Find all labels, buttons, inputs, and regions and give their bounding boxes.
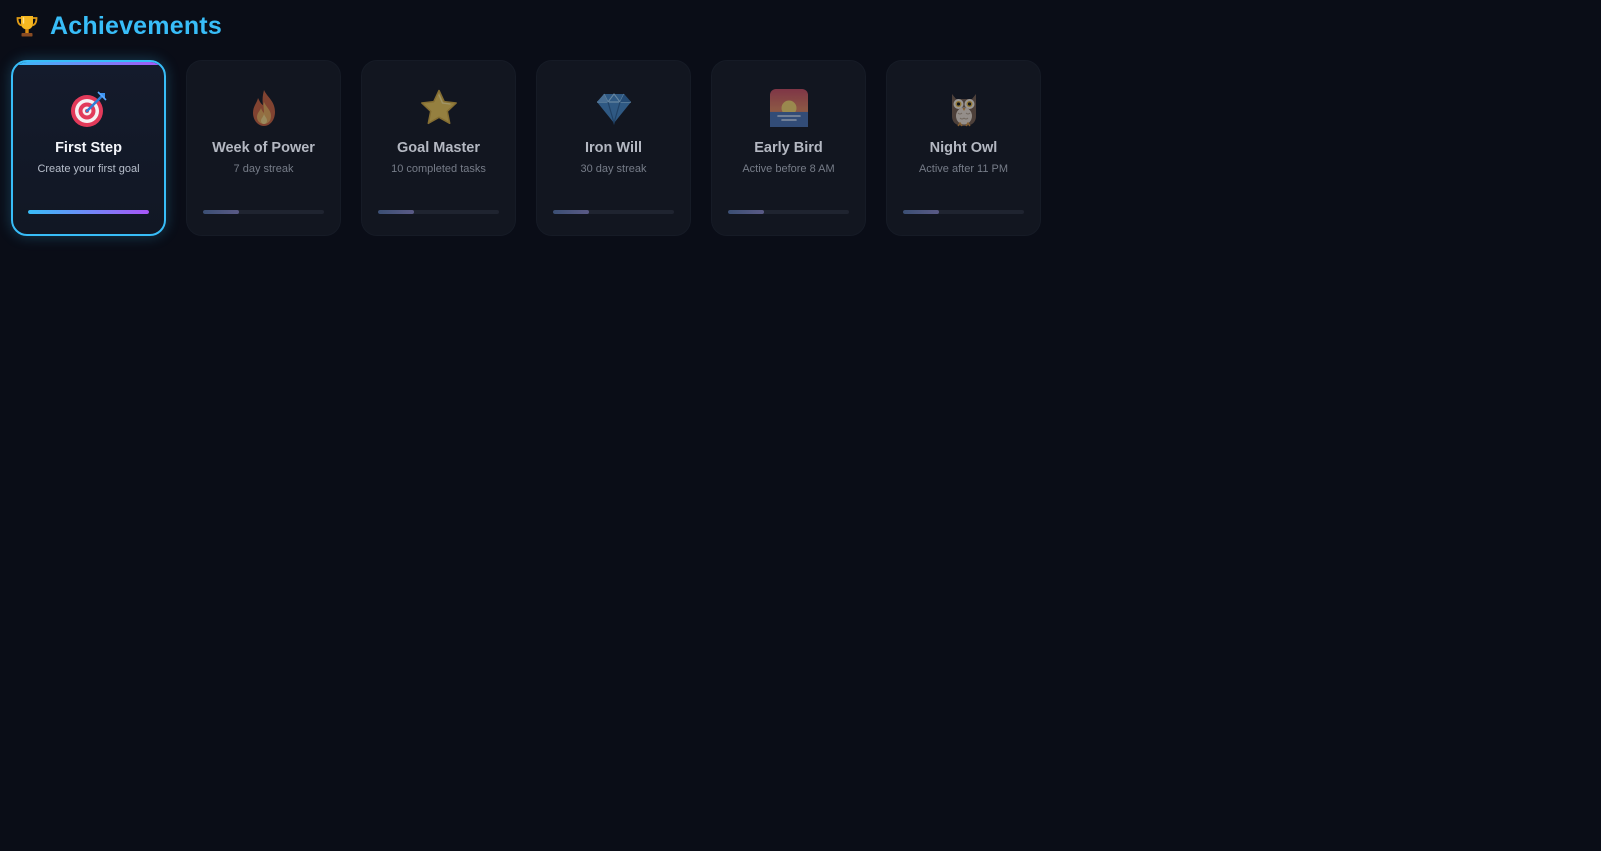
- progress-fill: [28, 210, 149, 214]
- star-icon: [420, 89, 457, 125]
- progress-bar: [553, 210, 674, 214]
- achievement-description: Active before 8 AM: [742, 163, 835, 175]
- achievement-card-week-of-power[interactable]: Week of Power 7 day streak: [186, 60, 341, 236]
- progress-bar: [903, 210, 1024, 214]
- achievement-title: Early Bird: [754, 140, 823, 156]
- progress-bar: [378, 210, 499, 214]
- achievements-grid: First Step Create your first goal Week o…: [11, 60, 1041, 236]
- achievement-title: Goal Master: [397, 140, 480, 156]
- page-title: Achievements: [50, 11, 222, 40]
- achievement-title: First Step: [55, 140, 122, 156]
- progress-bar: [728, 210, 849, 214]
- achievement-title: Iron Will: [584, 140, 643, 156]
- achievement-description: 7 day streak: [233, 163, 294, 175]
- progress-bar: [203, 210, 324, 214]
- achievement-card-first-step[interactable]: First Step Create your first goal: [11, 60, 166, 236]
- achievement-description: 30 day streak: [580, 163, 647, 175]
- achievement-card-night-owl[interactable]: Night Owl Active after 11 PM: [886, 60, 1041, 236]
- achievement-description: 10 completed tasks: [391, 163, 486, 175]
- achievement-title: Night Owl: [929, 140, 998, 156]
- achievements-page: Achievements First Step Create your firs…: [0, 0, 1601, 851]
- fire-icon: [252, 90, 275, 126]
- progress-fill: [728, 210, 765, 214]
- sunrise-icon: [769, 89, 808, 127]
- progress-fill: [553, 210, 590, 214]
- progress-fill: [203, 210, 240, 214]
- progress-fill: [378, 210, 415, 214]
- target-icon: [70, 91, 107, 127]
- owl-icon: [951, 94, 976, 127]
- trophy-icon: [16, 16, 38, 37]
- achievement-card-iron-will[interactable]: Iron Will 30 day streak: [536, 60, 691, 236]
- achievement-card-goal-master[interactable]: Goal Master 10 completed tasks: [361, 60, 516, 236]
- diamond-icon: [596, 93, 631, 126]
- achievement-description: Active after 11 PM: [918, 163, 1009, 175]
- progress-bar: [28, 210, 149, 214]
- page-header: Achievements: [16, 10, 222, 42]
- achievement-card-early-bird[interactable]: Early Bird Active before 8 AM: [711, 60, 866, 236]
- achievement-title: Week of Power: [212, 140, 315, 156]
- achievement-description: Create your first goal: [37, 163, 140, 175]
- progress-fill: [903, 210, 940, 214]
